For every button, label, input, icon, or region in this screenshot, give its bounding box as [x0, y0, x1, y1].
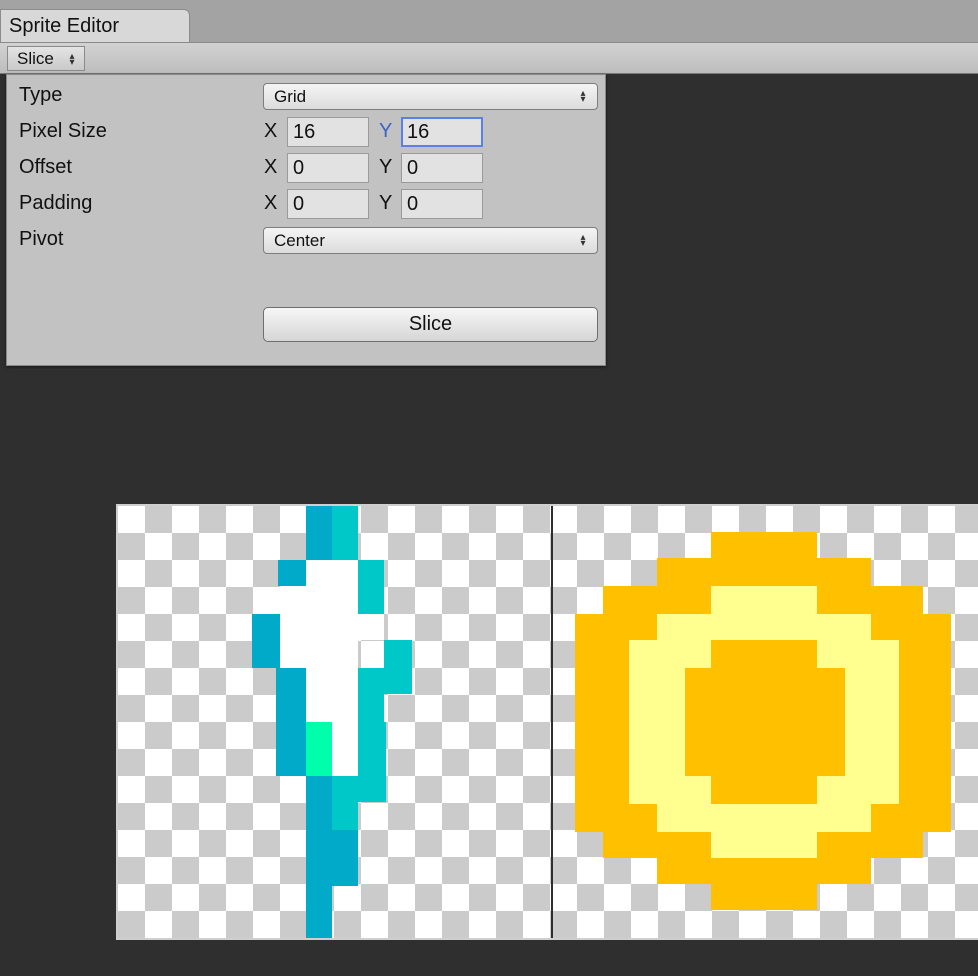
coin-pixel-block — [711, 640, 817, 668]
coin-pixel-block — [657, 614, 871, 640]
feather-pixel-block — [278, 560, 306, 586]
window-tab-bar: Sprite Editor — [0, 0, 978, 42]
coin-pixel-block — [657, 558, 871, 586]
feather-pixel-block — [306, 506, 332, 560]
pixel-size-label: Pixel Size — [19, 120, 107, 142]
offset-y-field[interactable]: 0 — [401, 153, 483, 183]
offset-x-field[interactable]: 0 — [287, 153, 369, 183]
slice-button[interactable]: Slice — [263, 307, 598, 342]
pixel-size-y-axis-label: Y — [379, 120, 393, 142]
coin-pixel-block — [711, 884, 817, 910]
updown-arrow-icon: ▴ ▾ — [580, 88, 586, 105]
sprite-texture-canvas[interactable] — [116, 504, 978, 940]
feather-pixel-block — [306, 560, 358, 614]
pivot-label: Pivot — [19, 228, 64, 250]
slice-menu-button[interactable]: Slice ▴ ▾ — [7, 46, 85, 71]
offset-x-axis-label: X — [264, 156, 278, 178]
padding-label: Padding — [19, 192, 93, 214]
feather-pixel-block — [332, 776, 358, 830]
coin-pixel-block — [711, 532, 817, 558]
padding-y-axis-label: Y — [379, 192, 393, 214]
feather-sprite[interactable] — [118, 506, 551, 938]
coin-sprite[interactable] — [553, 506, 978, 938]
coin-pixel-block — [711, 586, 817, 614]
feather-pixel-block — [280, 614, 384, 640]
feather-pixel-block — [358, 722, 386, 802]
tab-title: Sprite Editor — [9, 15, 120, 37]
coin-pixel-block — [711, 832, 817, 858]
feather-pixel-block — [332, 830, 358, 886]
feather-pixel-block — [358, 694, 384, 720]
slice-panel: Type Grid ▴ ▾ Pixel Size X 16 Y 16 Offset… — [6, 74, 606, 366]
type-label: Type — [19, 84, 63, 106]
feather-pixel-block — [280, 586, 306, 614]
slice-menu-label: Slice — [17, 49, 54, 68]
feather-pixel-block — [252, 614, 280, 668]
coin-pixel-block — [685, 668, 845, 776]
feather-pixel-block — [358, 560, 384, 614]
coin-pixel-block — [629, 668, 685, 776]
pivot-dropdown[interactable]: Center ▴ ▾ — [263, 227, 598, 254]
feather-pixel-block — [306, 722, 332, 776]
feather-pixel-block — [276, 668, 306, 722]
feather-pixel-block — [276, 722, 306, 776]
type-dropdown-value: Grid — [274, 87, 307, 106]
feather-pixel-block — [332, 506, 358, 560]
tab-sprite-editor[interactable]: Sprite Editor — [0, 9, 190, 42]
feather-pixel-block — [332, 640, 358, 776]
offset-y-axis-label: Y — [379, 156, 393, 178]
updown-arrow-icon: ▴ ▾ — [580, 232, 586, 249]
coin-pixel-block — [657, 858, 871, 884]
updown-arrow-icon: ▴ ▾ — [69, 51, 75, 68]
offset-label: Offset — [19, 156, 72, 178]
pixel-size-x-axis-label: X — [264, 120, 278, 142]
coin-pixel-block — [711, 776, 817, 804]
type-dropdown[interactable]: Grid ▴ ▾ — [263, 83, 598, 110]
pivot-dropdown-value: Center — [274, 231, 326, 250]
pixel-size-x-field[interactable]: 16 — [287, 117, 369, 147]
feather-pixel-block — [306, 886, 332, 938]
padding-x-axis-label: X — [264, 192, 278, 214]
feather-pixel-block — [384, 640, 412, 694]
padding-y-field[interactable]: 0 — [401, 189, 483, 219]
feather-pixel-block — [306, 776, 332, 886]
toolbar: Slice ▴ ▾ — [0, 42, 978, 74]
coin-pixel-block — [657, 804, 871, 832]
coin-pixel-block — [845, 668, 899, 776]
padding-x-field[interactable]: 0 — [287, 189, 369, 219]
pixel-size-y-field[interactable]: 16 — [401, 117, 483, 147]
